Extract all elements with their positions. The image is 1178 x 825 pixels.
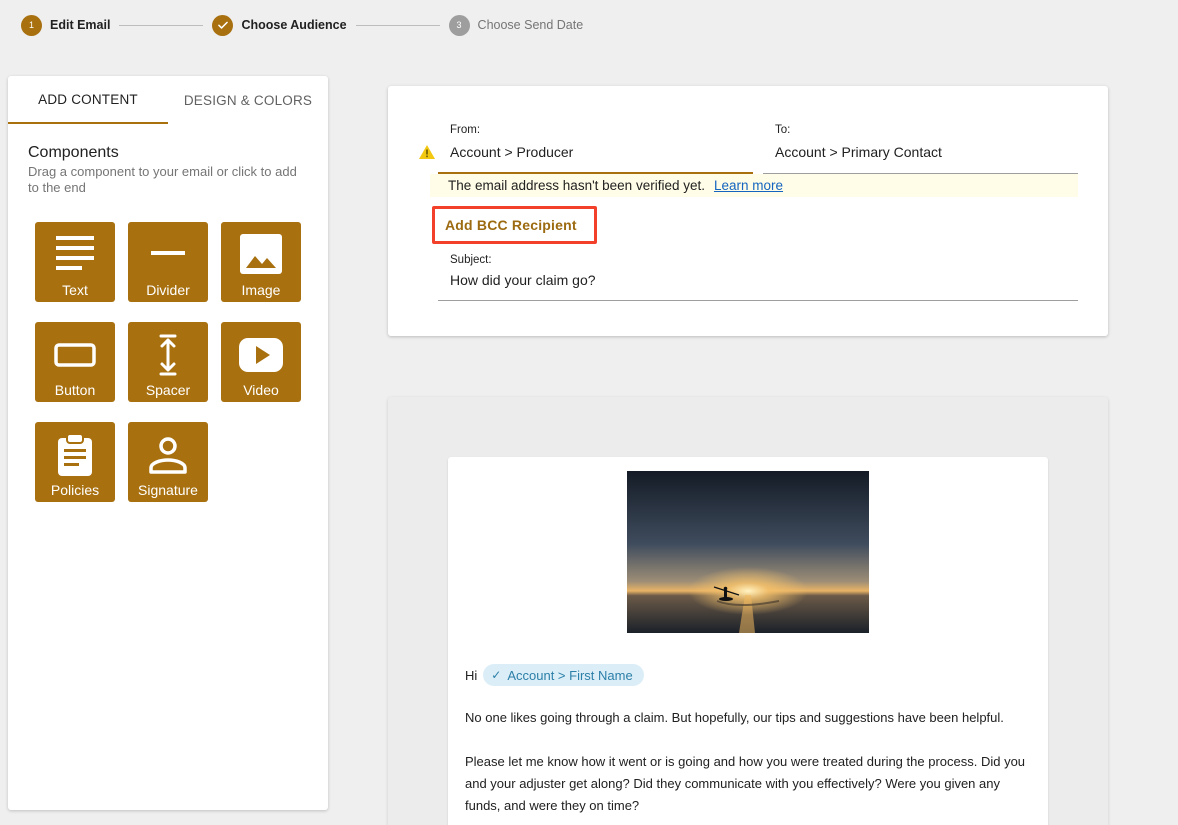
component-label: Signature [138,482,198,498]
tab-add-content[interactable]: ADD CONTENT [8,76,168,124]
to-field[interactable]: Account > Primary Contact [775,144,942,160]
person-icon [149,437,187,474]
component-label: Divider [146,282,190,298]
add-bcc-recipient-button[interactable]: Add BCC Recipient [445,217,577,233]
button-icon [54,343,96,367]
component-label: Text [62,282,88,298]
warning-icon [419,145,435,159]
step-number-1: 1 [21,14,42,36]
step-connector [119,24,204,26]
step-label: Edit Email [50,18,111,32]
verification-warning: The email address hasn't been verified y… [430,174,1078,197]
to-label: To: [775,124,791,136]
step-edit-email[interactable]: 1 Edit Email [21,14,111,36]
warning-text: The email address hasn't been verified y… [448,178,705,193]
step-label: Choose Audience [241,18,347,32]
greeting-text: Hi [465,667,478,683]
email-header-card: From: Account > Producer To: Account > P… [388,86,1108,336]
component-spacer[interactable]: Spacer [128,322,208,402]
from-label: From: [450,124,481,136]
spacer-icon [159,334,177,376]
bcc-highlight: Add BCC Recipient [432,206,597,244]
panel-tabs: ADD CONTENT DESIGN & COLORS [8,76,328,124]
step-number-3: 3 [448,14,470,36]
email-paragraph-1[interactable]: No one likes going through a claim. But … [465,707,1035,729]
learn-more-link[interactable]: Learn more [714,178,783,193]
divider-icon [151,251,185,255]
image-icon [240,234,282,274]
merge-field-chip[interactable]: ✓ Account > First Name [483,664,644,686]
component-label: Spacer [145,382,191,398]
clipboard-icon [58,433,92,476]
step-label: Choose Send Date [477,18,584,32]
subject-field[interactable]: How did your claim go? [450,272,596,288]
components-title: Components [28,144,119,161]
component-label: Video [243,382,279,398]
greeting-line: Hi ✓ Account > First Name [465,664,644,686]
hero-image[interactable] [627,471,869,633]
component-divider[interactable]: Divider [128,222,208,302]
component-label: Image [241,282,281,298]
components-grid: Text Divider Image Button Spacer Video P… [35,222,301,502]
video-icon [239,338,283,372]
component-button[interactable]: Button [35,322,115,402]
tab-design-colors[interactable]: DESIGN & COLORS [168,76,328,124]
check-icon [212,14,234,36]
component-label: Button [54,382,96,398]
component-label: Policies [50,482,100,498]
merge-field-label: Account > First Name [507,667,633,683]
stepper: 1 Edit Email Choose Audience 3 Choose Se… [21,14,583,36]
subject-label: Subject: [450,254,492,266]
email-body: Hi ✓ Account > First Name No one likes g… [448,457,1048,825]
subject-underline [438,300,1078,301]
component-text[interactable]: Text [35,222,115,302]
step-choose-audience[interactable]: Choose Audience [212,14,347,36]
text-icon [56,236,94,270]
component-video[interactable]: Video [221,322,301,402]
step-connector [355,24,440,26]
email-preview: Hi ✓ Account > First Name No one likes g… [388,397,1108,825]
components-panel: ADD CONTENT DESIGN & COLORS Components D… [8,76,328,810]
component-signature[interactable]: Signature [128,422,208,502]
from-field[interactable]: Account > Producer [450,144,573,160]
email-paragraph-2[interactable]: Please let me know how it went or is goi… [465,751,1035,817]
check-icon: ✓ [491,668,502,682]
components-subtitle: Drag a component to your email or click … [28,164,297,195]
component-policies[interactable]: Policies [35,422,115,502]
step-choose-send-date[interactable]: 3 Choose Send Date [448,14,584,36]
component-image[interactable]: Image [221,222,301,302]
